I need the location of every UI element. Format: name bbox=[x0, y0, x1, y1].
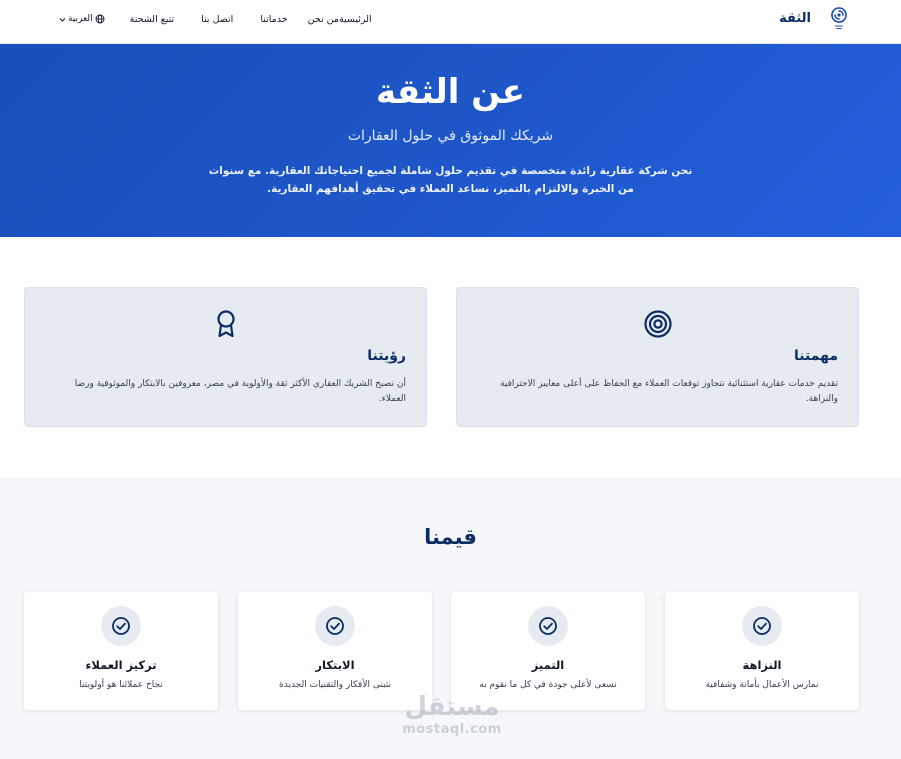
swirl-logo-icon bbox=[831, 7, 847, 29]
watermark-latin: mostaql.com bbox=[402, 722, 502, 737]
award-ribbon-icon bbox=[210, 308, 242, 340]
value-description: نمارس الأعمال بأمانة وشفافية bbox=[705, 680, 819, 690]
values-title: قيمنا bbox=[424, 525, 477, 549]
value-title: التميز bbox=[531, 658, 565, 672]
vision-text: أن نصبح الشريك العقاري الأكثر ثقة والأول… bbox=[74, 379, 406, 404]
value-title: الابتكار bbox=[315, 658, 355, 672]
mostaql-watermark: مستقل mostaql.com bbox=[396, 692, 508, 744]
value-description: نسعى لأعلى جودة في كل ما نقوم به bbox=[479, 680, 617, 690]
vision-card: رؤيتنا أن نصبح الشريك العقاري الأكثر ثقة… bbox=[24, 287, 427, 427]
nav-link-home[interactable]: الرئيسية bbox=[339, 14, 372, 25]
nav-link-services[interactable]: خدماتنا bbox=[260, 14, 287, 25]
value-description: نتبنى الأفكار والتقنيات الجديدة bbox=[279, 680, 391, 690]
globe-icon bbox=[95, 14, 105, 24]
hero-description: نحن شركة عقارية رائدة متخصصة في تقديم حل… bbox=[208, 165, 693, 195]
nav-link-tracking[interactable]: تتبع الشحنة bbox=[130, 14, 175, 25]
value-description: نجاح عملائنا هو أولويتنا bbox=[79, 680, 163, 690]
vision-title: رؤيتنا bbox=[367, 348, 406, 364]
brand[interactable]: الثقة bbox=[779, 4, 851, 32]
check-circle-icon bbox=[315, 606, 355, 646]
chevron-down-icon bbox=[59, 17, 66, 22]
language-switcher[interactable]: العربية bbox=[59, 14, 105, 24]
value-card-customer-focus: تركيز العملاء نجاح عملائنا هو أولويتنا bbox=[24, 592, 218, 710]
language-label: العربية bbox=[68, 14, 93, 24]
hero-title: عن الثقة bbox=[375, 72, 526, 112]
value-title: النزاهة bbox=[742, 658, 782, 672]
nav-link-contact[interactable]: اتصل بنا bbox=[201, 14, 233, 25]
check-circle-icon bbox=[528, 606, 568, 646]
hero-subtitle: شريكك الموثوق في حلول العقارات bbox=[347, 128, 554, 144]
mission-text: تقديم خدمات عقارية استثنائية تتجاوز توقع… bbox=[500, 379, 838, 404]
main-nav: الرئيسية من نحن خدماتنا اتصل بنا تتبع ال… bbox=[30, 10, 372, 28]
check-circle-icon bbox=[101, 606, 141, 646]
nav-link-about[interactable]: من نحن bbox=[308, 14, 339, 25]
check-circle-icon bbox=[742, 606, 782, 646]
mission-title: مهمتنا bbox=[794, 348, 838, 364]
mission-vision-section: مهمتنا تقديم خدمات عقارية استثنائية تتجا… bbox=[24, 287, 859, 427]
hero-banner: عن الثقة شريكك الموثوق في حلول العقارات … bbox=[0, 44, 901, 237]
brand-name: الثقة bbox=[779, 10, 811, 26]
top-navbar: الثقة الرئيسية من نحن خدماتنا اتصل بنا ت… bbox=[0, 0, 901, 44]
target-icon bbox=[642, 308, 674, 340]
mission-card: مهمتنا تقديم خدمات عقارية استثنائية تتجا… bbox=[456, 287, 859, 427]
watermark-arabic: مستقل bbox=[404, 692, 500, 722]
value-card-integrity: النزاهة نمارس الأعمال بأمانة وشفافية bbox=[665, 592, 859, 710]
value-title: تركيز العملاء bbox=[85, 658, 157, 672]
